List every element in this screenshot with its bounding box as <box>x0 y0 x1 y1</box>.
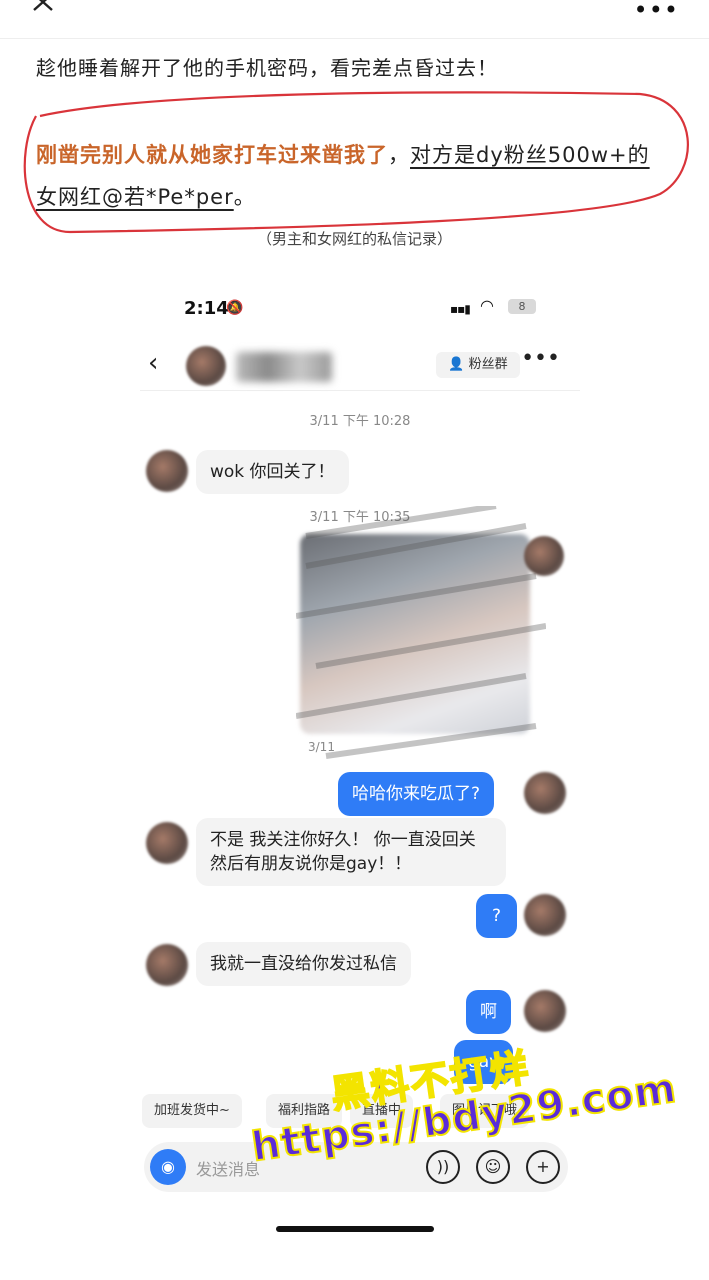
scribble-censor <box>296 506 546 759</box>
highlight-underline-2: 女网红@若*Pe*per <box>36 185 234 209</box>
plus-icon[interactable]: + <box>526 1150 560 1184</box>
home-indicator <box>276 1226 434 1232</box>
contact-name-blurred <box>236 352 332 382</box>
other-avatar[interactable] <box>146 450 188 492</box>
image-timestamp: 3/11 <box>308 740 335 754</box>
contact-avatar[interactable] <box>186 346 226 386</box>
battery-icon: 8 <box>508 299 536 314</box>
message-bubble-sent: 啊 <box>466 990 511 1034</box>
timestamp: 3/11 下午 10:28 <box>309 414 411 429</box>
message-bubble-received: wok 你回关了！ <box>196 450 349 494</box>
signal-icon: ▪▪▮ <box>450 302 471 316</box>
more-options-icon[interactable]: ••• <box>521 346 560 371</box>
message-bubble-received: 不是 我关注你好久！ 你一直没回关 然后有朋友说你是gay！！ <box>196 818 506 886</box>
fans-group-label: 粉丝群 <box>468 357 508 372</box>
highlight-end: 。 <box>233 185 256 209</box>
highlight-orange-text: 刚凿完别人就从她家打车过来凿我了 <box>36 143 388 167</box>
message-bubble-received: 我就一直没给你发过私信 <box>196 942 411 986</box>
highlight-comma: ， <box>388 143 410 167</box>
self-avatar[interactable] <box>524 894 566 936</box>
highlight-underline-1: 对方是dy粉丝500w+的 <box>410 143 650 167</box>
self-avatar[interactable] <box>524 772 566 814</box>
self-avatar[interactable] <box>524 990 566 1032</box>
fans-group-button[interactable]: 👤 粉丝群 <box>436 352 520 378</box>
emoji-icon[interactable]: ☺ <box>476 1150 510 1184</box>
top-bar: ••• <box>0 0 709 39</box>
other-avatar[interactable] <box>146 944 188 986</box>
other-avatar[interactable] <box>146 822 188 864</box>
message-bubble-sent: 哈哈你来吃瓜了? <box>338 772 495 816</box>
message-bubble-sent: ? <box>476 894 518 938</box>
chat-header: ‹ 👤 粉丝群 ••• <box>140 342 580 391</box>
camera-icon[interactable]: ◉ <box>150 1149 186 1185</box>
self-avatar[interactable] <box>524 536 564 576</box>
close-icon[interactable] <box>30 0 60 18</box>
muted-bell-icon: 🔕 <box>226 300 244 316</box>
post-text-line: 趁他睡着解开了他的手机密码，看完差点昏过去！ <box>36 56 498 80</box>
image-caption: （男主和女网红的私信记录） <box>256 230 452 248</box>
more-options-icon[interactable]: ••• <box>634 0 679 24</box>
highlighted-text: 刚凿完别人就从她家打车过来凿我了，对方是dy粉丝500w+的 女网红@若*Pe*… <box>36 134 686 218</box>
message-input[interactable]: 发送消息 <box>196 1156 260 1180</box>
quick-chip[interactable]: 加班发货中~ <box>142 1094 242 1128</box>
wifi-icon: ◠ <box>480 296 494 315</box>
voice-icon[interactable]: )) <box>426 1150 460 1184</box>
status-time: 2:14 <box>184 298 229 319</box>
back-chevron-icon[interactable]: ‹ <box>148 348 158 378</box>
